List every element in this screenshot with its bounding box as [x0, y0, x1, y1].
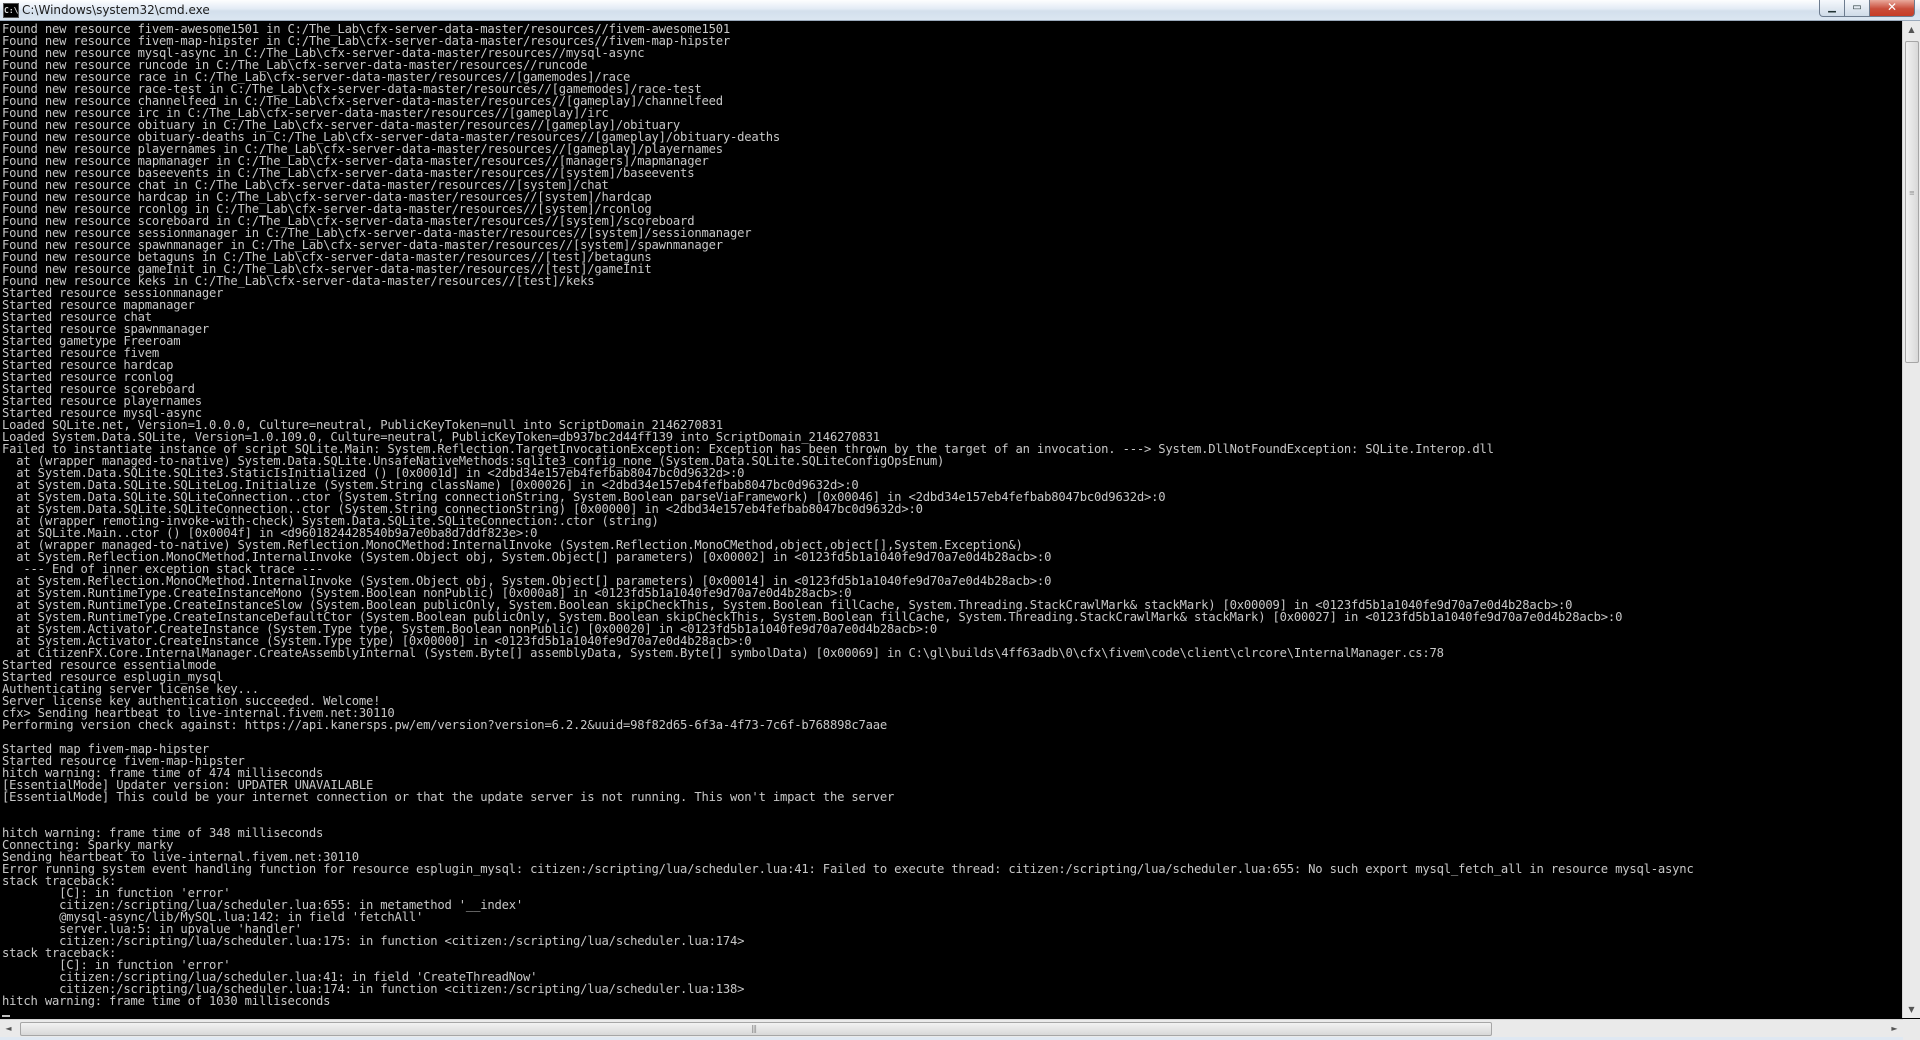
scroll-left-arrow-icon[interactable]: ◄ — [0, 1020, 17, 1037]
console-line: Started map fivem-map-hipster — [2, 742, 209, 756]
console-line: Started resource mapmanager — [2, 298, 195, 312]
horizontal-scrollbar[interactable]: ◄ ||| ► — [0, 1019, 1903, 1037]
console-line: at CitizenFX.Core.InternalManager.Create… — [2, 646, 1444, 660]
scroll-up-arrow-icon[interactable]: ▲ — [1903, 21, 1920, 38]
window-controls: ▁ ▭ ✕ — [1819, 0, 1915, 18]
console-line: stack traceback: — [2, 946, 117, 960]
grip-icon: ≡ — [1909, 189, 1915, 197]
console-text: Found new resource fivem-awesome1501 in … — [0, 21, 1902, 1018]
console-line: Started resource chat — [2, 310, 152, 324]
close-button[interactable]: ✕ — [1870, 0, 1915, 17]
console-line: Started resource fivem — [2, 346, 160, 360]
console-line: Started resource playernames — [2, 394, 202, 408]
console-line: Started resource hardcap — [2, 358, 174, 372]
scroll-right-arrow-icon[interactable]: ► — [1886, 1020, 1903, 1037]
console-line: stack traceback: — [2, 874, 117, 888]
console-line: hitch warning: frame time of 348 millise… — [2, 826, 324, 840]
cmd-window: C:\ C:\Windows\system32\cmd.exe ▁ ▭ ✕ Fo… — [0, 0, 1920, 1040]
window-title: C:\Windows\system32\cmd.exe — [22, 3, 210, 17]
vertical-scrollbar[interactable]: ▲ ≡ ▼ — [1902, 21, 1920, 1018]
minimize-button[interactable]: ▁ — [1819, 0, 1845, 17]
grip-icon: ||| — [751, 1024, 757, 1033]
console-output[interactable]: Found new resource fivem-awesome1501 in … — [0, 21, 1902, 1018]
console-line: Performing version check against: https:… — [2, 718, 888, 732]
console-line: Started gametype Freeroam — [2, 334, 181, 348]
console-line: citizen:/scripting/lua/scheduler.lua:175… — [2, 934, 745, 948]
text-cursor — [2, 1015, 10, 1017]
cmd-icon[interactable]: C:\ — [3, 3, 19, 18]
console-line: Started resource sessionmanager — [2, 286, 224, 300]
scrollbar-corner — [1903, 1019, 1920, 1040]
console-line: [EssentialMode] This could be your inter… — [2, 790, 895, 804]
console-line: Started resource scoreboard — [2, 382, 195, 396]
maximize-button[interactable]: ▭ — [1845, 0, 1870, 17]
console-line: Started resource esplugin_mysql — [2, 670, 224, 684]
console-line: Started resource rconlog — [2, 370, 174, 384]
scroll-down-arrow-icon[interactable]: ▼ — [1903, 1001, 1920, 1018]
title-bar[interactable]: C:\ C:\Windows\system32\cmd.exe ▁ ▭ ✕ — [0, 0, 1920, 21]
console-line: Error running system event handling func… — [2, 862, 1694, 876]
console-line: Found new resource keks in C:/The_Lab\cf… — [2, 274, 595, 288]
vertical-scroll-thumb[interactable]: ≡ — [1905, 41, 1919, 363]
console-line: Started resource spawnmanager — [2, 322, 209, 336]
horizontal-scroll-thumb[interactable]: ||| — [20, 1022, 1492, 1036]
console-line: Started resource essentialmode — [2, 658, 217, 672]
console-line: hitch warning: frame time of 1030 millis… — [2, 994, 331, 1008]
